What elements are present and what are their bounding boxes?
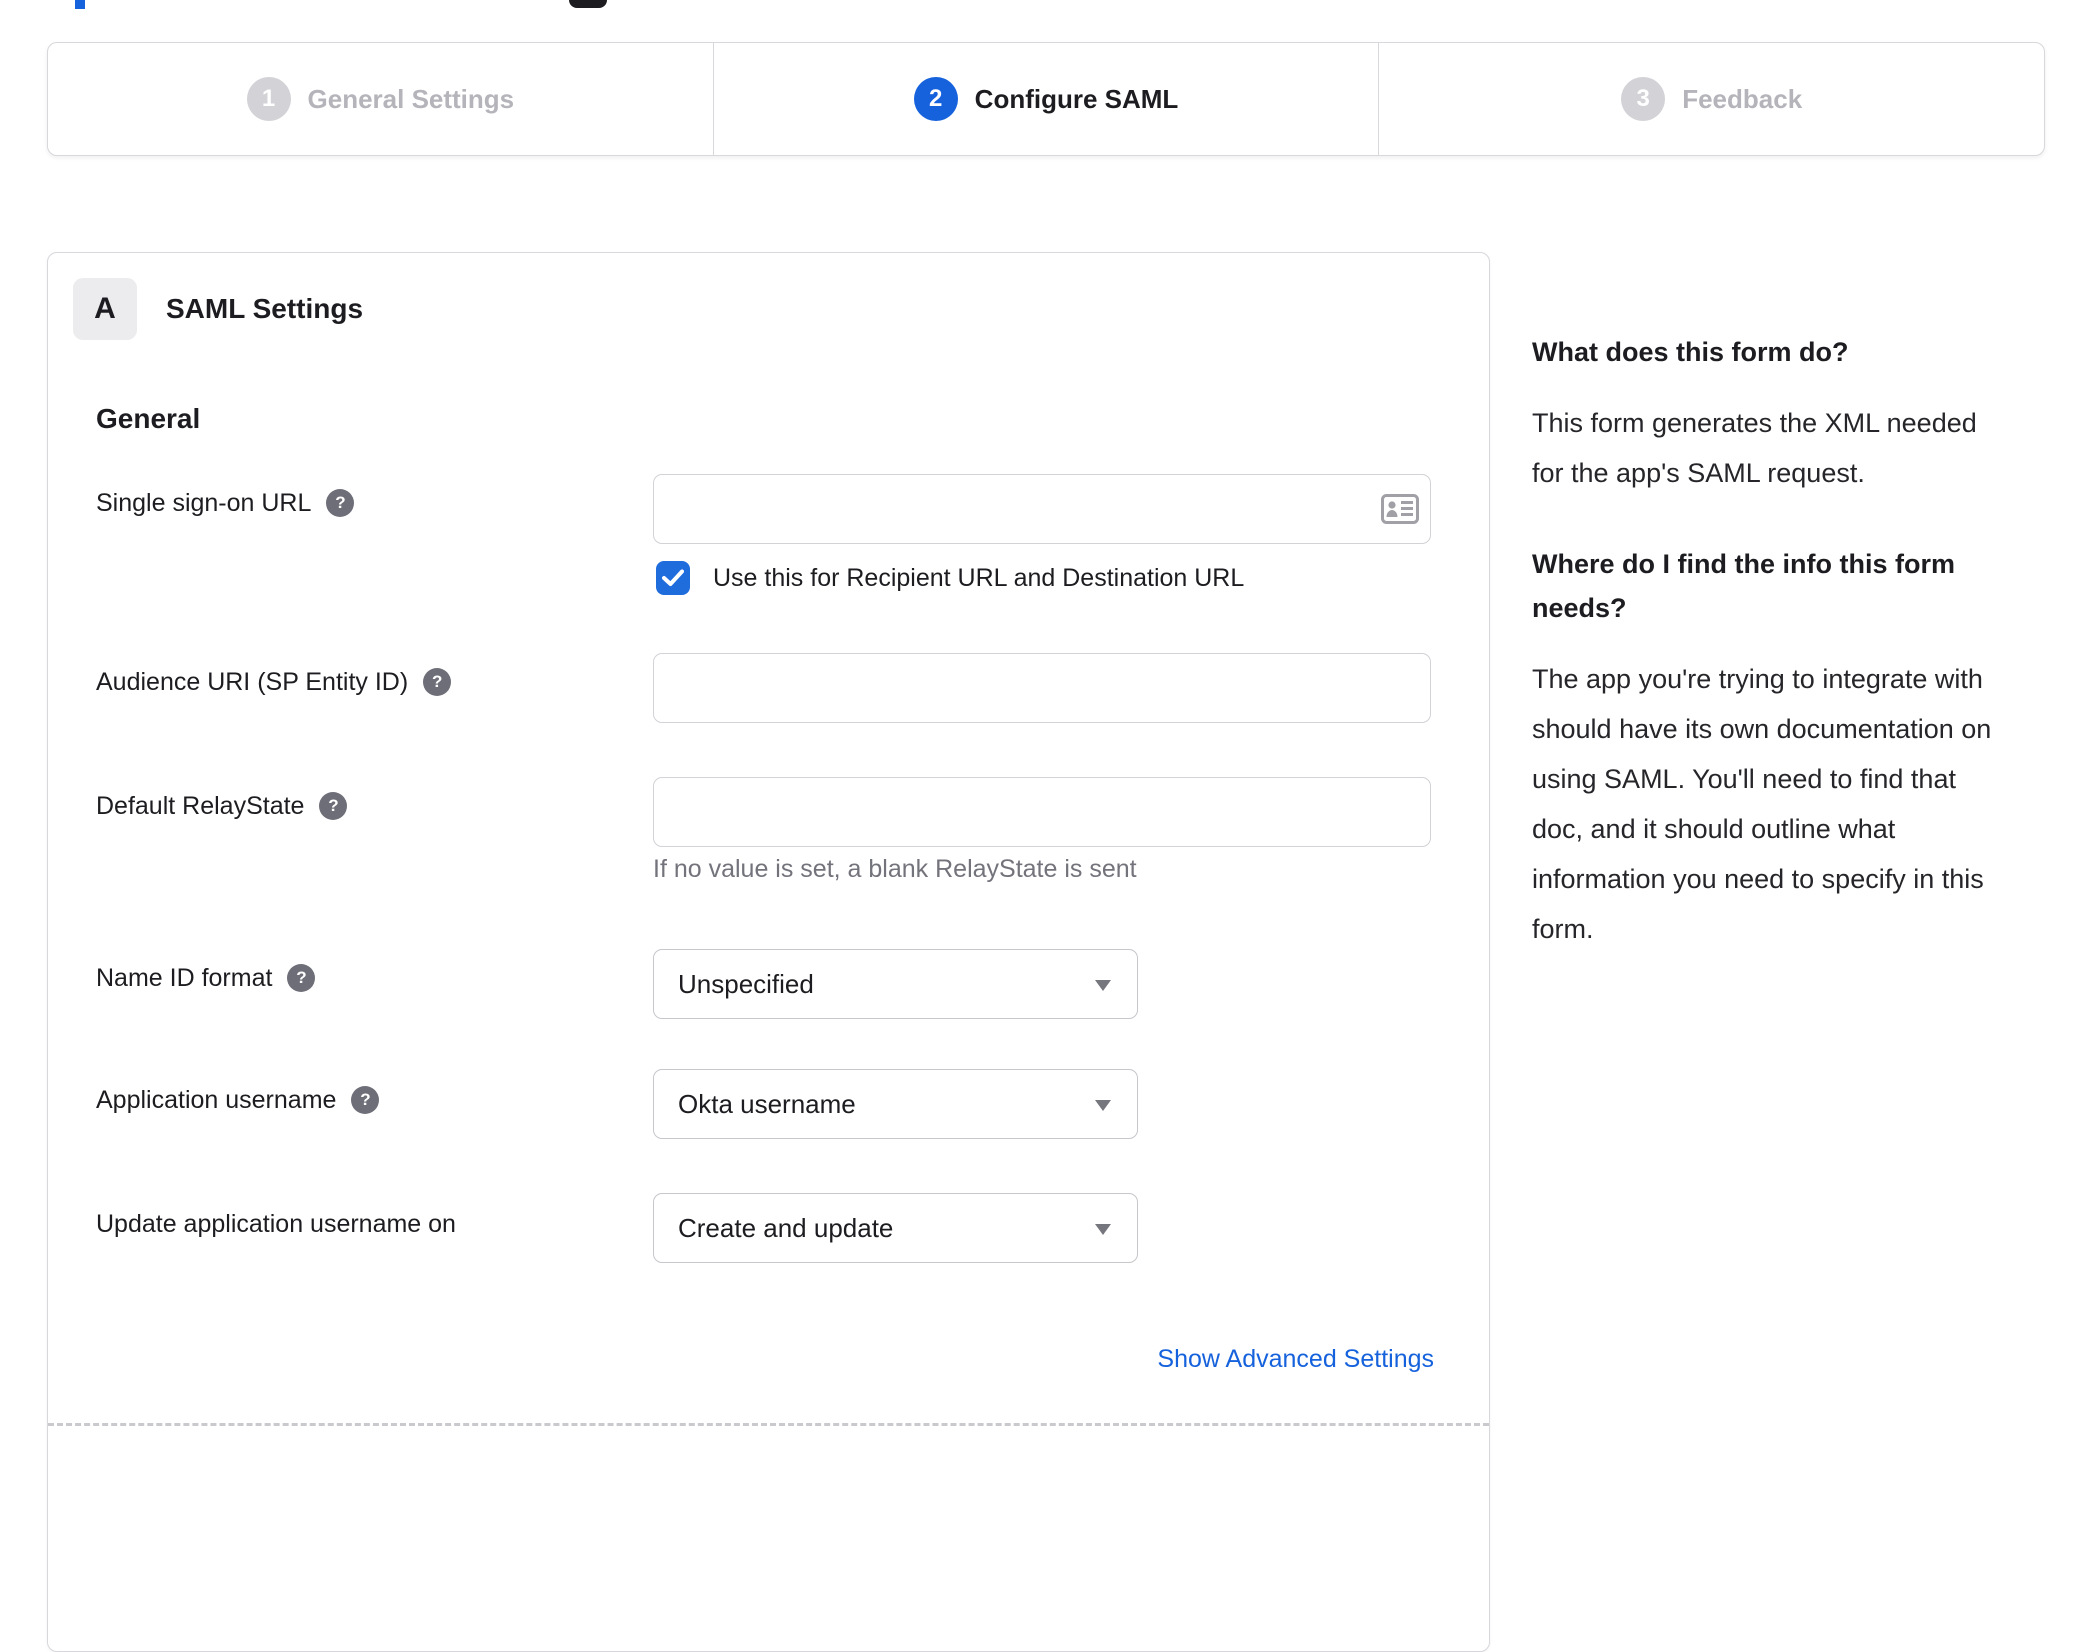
help-icon[interactable]: ?	[423, 668, 452, 696]
update-username-select[interactable]: Create and update	[653, 1193, 1138, 1263]
relaystate-input[interactable]	[653, 777, 1431, 847]
update-username-value: Create and update	[678, 1212, 894, 1243]
name-id-format-label: Name ID format	[96, 963, 273, 992]
recipient-url-checkbox-label: Use this for Recipient URL and Destinati…	[713, 563, 1245, 592]
help-icon[interactable]: ?	[319, 792, 348, 820]
step-label: Feedback	[1682, 83, 1803, 114]
audience-uri-input[interactable]	[653, 653, 1431, 723]
step-label: Configure SAML	[974, 83, 1179, 114]
general-heading: General	[96, 403, 201, 434]
audience-uri-label-row: Audience URI (SP Entity ID) ?	[96, 665, 452, 699]
recipient-url-checkbox[interactable]	[656, 561, 690, 595]
help-icon[interactable]: ?	[287, 964, 316, 992]
sidebar-question-2: Where do I find the info this form needs…	[1532, 549, 1955, 623]
step-configure-saml[interactable]: 2 Configure SAML	[712, 43, 1379, 155]
sidebar-answer-2: The app you're trying to integrate with …	[1532, 664, 1992, 944]
sidebar-answer-1: This form generates the XML needed for t…	[1532, 408, 1977, 488]
relaystate-hint: If no value is set, a blank RelayState i…	[653, 855, 1137, 883]
autofill-contact-icon[interactable]	[1378, 491, 1422, 527]
name-id-format-select[interactable]: Unspecified	[653, 949, 1138, 1019]
step-label: General Settings	[307, 83, 515, 114]
help-icon[interactable]: ?	[326, 489, 355, 517]
audience-uri-label: Audience URI (SP Entity ID)	[96, 667, 409, 696]
sso-url-input[interactable]	[653, 474, 1431, 544]
update-username-label-row: Update application username on	[96, 1207, 456, 1241]
recipient-url-checkbox-row: Use this for Recipient URL and Destinati…	[656, 561, 1244, 595]
saml-settings-panel: A SAML Settings General Single sign-on U…	[47, 252, 1490, 1652]
name-id-format-label-row: Name ID format ?	[96, 961, 316, 995]
app-username-label-row: Application username ?	[96, 1083, 380, 1117]
relaystate-label-row: Default RelayState ?	[96, 789, 348, 823]
chevron-down-icon	[1095, 1224, 1111, 1235]
step-number-badge: 2	[913, 77, 958, 121]
panel-title: SAML Settings	[166, 293, 364, 324]
page-title-remnant	[75, 0, 85, 9]
step-number-badge: 3	[1621, 77, 1666, 121]
update-username-label: Update application username on	[96, 1209, 456, 1238]
help-icon[interactable]: ?	[351, 1086, 380, 1114]
step-general-settings[interactable]: 1 General Settings	[48, 43, 713, 155]
sso-url-label-row: Single sign-on URL ?	[96, 486, 355, 520]
help-sidebar: What does this form do? This form genera…	[1532, 330, 2037, 954]
chevron-down-icon	[1095, 980, 1111, 991]
sidebar-question-1: What does this form do?	[1532, 337, 1849, 367]
app-username-label: Application username	[96, 1085, 337, 1114]
show-advanced-settings-link[interactable]: Show Advanced Settings	[1157, 1345, 1434, 1374]
app-username-select[interactable]: Okta username	[653, 1069, 1138, 1139]
step-feedback[interactable]: 3 Feedback	[1378, 43, 2044, 155]
lock-icon-remnant	[569, 0, 607, 8]
section-a-badge: A	[73, 278, 137, 340]
step-number-badge: 1	[246, 77, 291, 121]
sso-url-label: Single sign-on URL	[96, 488, 312, 517]
name-id-format-value: Unspecified	[678, 968, 814, 999]
relaystate-label: Default RelayState	[96, 791, 305, 820]
chevron-down-icon	[1095, 1100, 1111, 1111]
app-username-value: Okta username	[678, 1088, 856, 1119]
wizard-stepper: 1 General Settings 2 Configure SAML 3 Fe…	[47, 42, 2045, 156]
